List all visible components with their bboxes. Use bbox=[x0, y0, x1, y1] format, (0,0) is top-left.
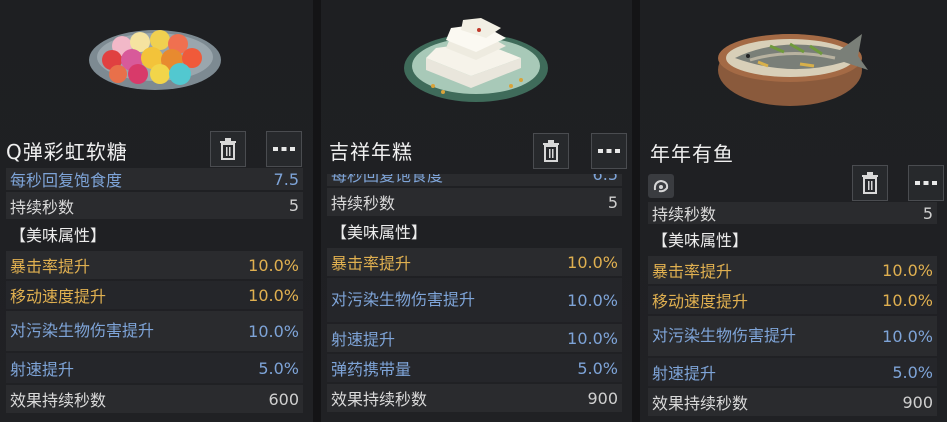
more-dots-icon bbox=[273, 147, 295, 151]
stat-row-clipped: 每秒回复饱食度 6.5 bbox=[327, 174, 622, 186]
section-header: 【美味属性】 bbox=[10, 226, 107, 245]
stat-row: 每秒回复饱食度 7.5 bbox=[6, 168, 303, 190]
food-panel: Q弹彩虹软糖 每秒回复饱食度 7.5 持续秒数 5 【美味属性】 暴击率提升 1… bbox=[0, 0, 947, 422]
buff-row: 射速提升 5.0% bbox=[648, 358, 937, 386]
buff-row: 弹药携带量 5.0% bbox=[327, 354, 622, 382]
buff-row: 射速提升 10.0% bbox=[327, 324, 622, 352]
more-options-button[interactable] bbox=[591, 133, 627, 169]
food-title: Q弹彩虹软糖 bbox=[6, 140, 128, 164]
buff-row: 对污染生物伤害提升 10.0% bbox=[648, 316, 937, 356]
food-title: 年年有鱼 bbox=[650, 142, 734, 166]
stat-row: 持续秒数 5 bbox=[327, 188, 622, 216]
buff-row: 移动速度提升 10.0% bbox=[6, 281, 303, 309]
buff-row: 对污染生物伤害提升 10.0% bbox=[6, 311, 303, 351]
food-card-fish: 年年有鱼 持续秒数 5 【美味属性】 暴击率提升 10.0% 移动速度提升 10… bbox=[640, 0, 947, 422]
food-title: 吉祥年糕 bbox=[329, 140, 413, 164]
more-dots-icon bbox=[598, 149, 620, 153]
more-options-button[interactable] bbox=[266, 131, 302, 167]
food-card-rice-cake: 吉祥年糕 每秒回复饱食度 6.5 持续秒数 5 【美味属性】 暴击率提升 10.… bbox=[321, 0, 632, 422]
food-image-rainbow-candy bbox=[0, 0, 313, 128]
buff-row: 效果持续秒数 900 bbox=[648, 388, 937, 416]
section-header: 【美味属性】 bbox=[331, 223, 428, 242]
trash-icon bbox=[543, 140, 559, 162]
buff-row: 暴击率提升 10.0% bbox=[327, 248, 622, 276]
delete-button[interactable] bbox=[210, 131, 246, 167]
food-image-fish bbox=[640, 0, 947, 128]
section-header: 【美味属性】 bbox=[652, 231, 749, 250]
stat-row: 持续秒数 5 bbox=[6, 192, 303, 219]
buff-row: 对污染生物伤害提升 10.0% bbox=[327, 278, 622, 322]
cooking-badge-icon bbox=[648, 174, 674, 198]
food-card-rainbow-candy: Q弹彩虹软糖 每秒回复饱食度 7.5 持续秒数 5 【美味属性】 暴击率提升 1… bbox=[0, 0, 313, 422]
trash-icon bbox=[862, 172, 878, 194]
buff-row: 效果持续秒数 900 bbox=[327, 384, 622, 412]
delete-button[interactable] bbox=[852, 165, 888, 201]
stats-list: 每秒回复饱食度 7.5 持续秒数 5 【美味属性】 暴击率提升 10.0% 移动… bbox=[6, 168, 303, 415]
stats-list: 每秒回复饱食度 6.5 持续秒数 5 【美味属性】 暴击率提升 10.0% 对污… bbox=[327, 174, 622, 414]
card-divider bbox=[632, 0, 640, 422]
more-dots-icon bbox=[915, 181, 937, 185]
trash-icon bbox=[220, 138, 236, 160]
stats-list: 持续秒数 5 【美味属性】 暴击率提升 10.0% 移动速度提升 10.0% 对… bbox=[648, 202, 937, 418]
delete-button[interactable] bbox=[533, 133, 569, 169]
buff-row: 效果持续秒数 600 bbox=[6, 385, 303, 413]
food-image-rice-cake bbox=[321, 0, 632, 128]
buff-row: 暴击率提升 10.0% bbox=[6, 251, 303, 279]
more-options-button[interactable] bbox=[908, 165, 944, 201]
buff-row: 暴击率提升 10.0% bbox=[648, 256, 937, 284]
card-divider bbox=[313, 0, 321, 422]
buff-row: 射速提升 5.0% bbox=[6, 353, 303, 383]
stat-row: 每秒回复饱食度 6.5 bbox=[327, 174, 622, 186]
stat-row: 持续秒数 5 bbox=[648, 202, 937, 224]
buff-row: 移动速度提升 10.0% bbox=[648, 286, 937, 314]
